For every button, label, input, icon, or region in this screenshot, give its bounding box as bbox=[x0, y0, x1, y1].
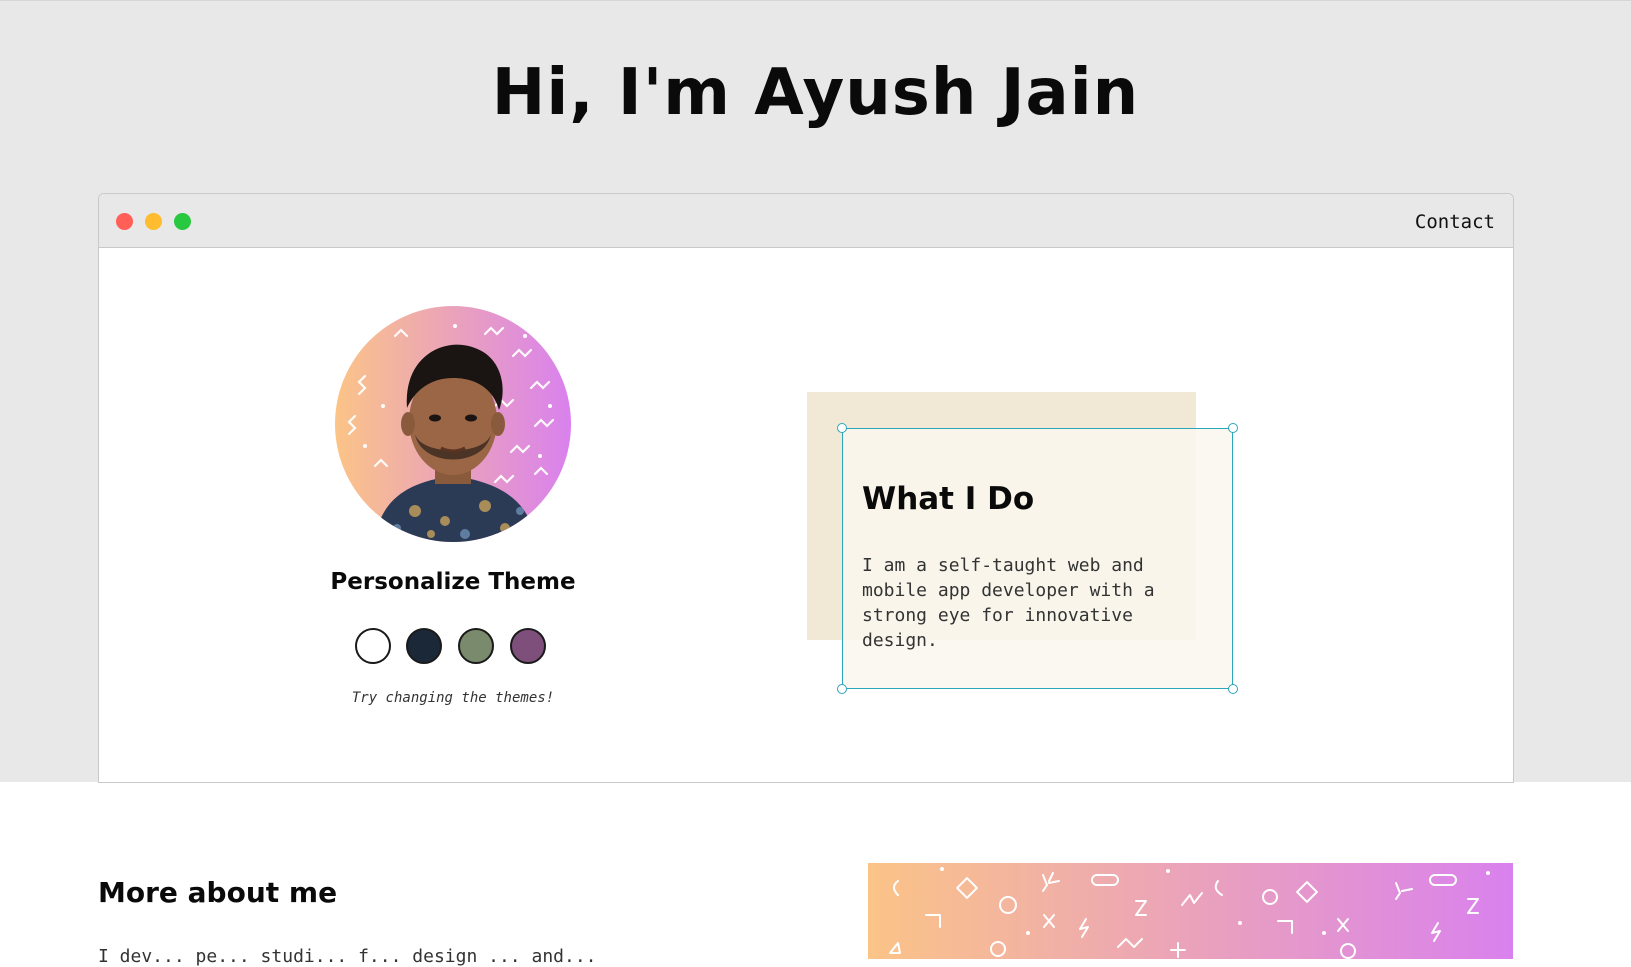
theme-swatch-purple[interactable] bbox=[510, 628, 546, 664]
minimize-dot-icon bbox=[145, 213, 162, 230]
personalize-theme-heading: Personalize Theme bbox=[330, 569, 576, 595]
resize-handle-icon[interactable] bbox=[1228, 423, 1238, 433]
resize-handle-icon[interactable] bbox=[837, 423, 847, 433]
pattern-image-icon bbox=[868, 863, 1513, 959]
what-i-do-text: I am a self-taught web and mobile app de… bbox=[862, 555, 1155, 651]
theme-swatch-dark-blue[interactable] bbox=[406, 628, 442, 664]
window-titlebar: Contact bbox=[99, 194, 1513, 248]
more-about-text: I dev... pe... studi... f... design ... … bbox=[98, 946, 597, 967]
theme-hint-text: Try changing the themes! bbox=[351, 690, 555, 706]
contact-link[interactable]: Contact bbox=[1415, 211, 1495, 233]
what-i-do-title: What I Do bbox=[862, 481, 1035, 517]
close-dot-icon bbox=[116, 213, 133, 230]
more-about-heading: More about me bbox=[98, 876, 338, 909]
browser-window-mockup: Contact Personalize Theme Try changing t… bbox=[98, 193, 1514, 783]
theme-swatch-light[interactable] bbox=[355, 628, 391, 664]
resize-handle-icon[interactable] bbox=[1228, 684, 1238, 694]
maximize-dot-icon bbox=[174, 213, 191, 230]
profile-photo-icon bbox=[335, 306, 571, 542]
resize-handle-icon[interactable] bbox=[837, 684, 847, 694]
hero-section: Hi, I'm Ayush Jain Contact Personalize T… bbox=[0, 0, 1631, 783]
page-title: Hi, I'm Ayush Jain bbox=[491, 56, 1140, 130]
theme-swatch-green[interactable] bbox=[458, 628, 494, 664]
what-i-do-card: What I Do I am a self-taught web and mob… bbox=[837, 423, 1238, 694]
decorative-pattern-banner bbox=[868, 863, 1513, 959]
avatar bbox=[335, 306, 571, 542]
